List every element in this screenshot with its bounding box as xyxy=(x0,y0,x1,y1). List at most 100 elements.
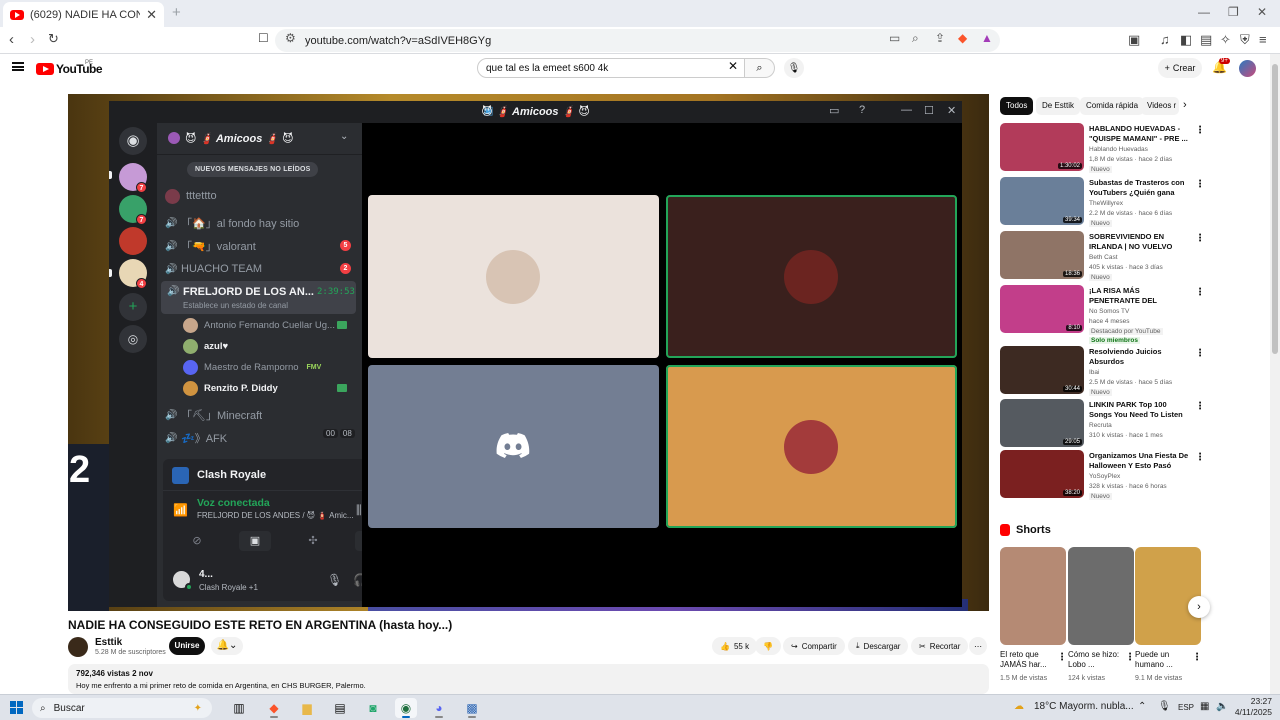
recommended-channel[interactable]: Hablando Huevadas xyxy=(1089,146,1148,153)
browser-tab[interactable]: (6029) NADIE HA CONSEGUIDO ✕ xyxy=(3,2,164,27)
recommended-title[interactable]: SOBREVIVIENDO EN IRLANDA | NO VUELVO xyxy=(1089,232,1189,252)
clear-search-icon[interactable]: ✕ xyxy=(728,59,738,73)
channel-avatar[interactable] xyxy=(68,637,88,657)
new-messages-pill[interactable]: NUEVOS MENSAJES NO LEÍDOS xyxy=(187,162,319,177)
voice-channel-item[interactable]: 🔊 💤》AFK 00 08 xyxy=(165,428,355,448)
video-thumbnail[interactable]: 39:34 xyxy=(1000,177,1084,225)
participant-tile[interactable] xyxy=(368,365,659,528)
recommended-channel[interactable]: No Somos TV xyxy=(1089,308,1129,315)
more-vert-icon[interactable]: ⋮ xyxy=(1195,401,1205,412)
scrollbar-thumb[interactable] xyxy=(1272,64,1278,354)
task-view-icon[interactable]: ▥ xyxy=(228,698,250,718)
taskbar-search[interactable]: ⌕ Buscar ✦ xyxy=(32,698,212,718)
recommended-channel[interactable]: TheWillyrex xyxy=(1089,200,1123,207)
recommended-title[interactable]: HABLANDO HUEVADAS - "QUISPE MAMANI" - PR… xyxy=(1089,124,1189,144)
minimize-icon[interactable]: — xyxy=(1198,5,1210,19)
vpn-icon[interactable]: ⛨ xyxy=(1240,32,1250,48)
channel-item[interactable]: tttettto xyxy=(165,186,355,206)
site-settings-icon[interactable]: ⚙ xyxy=(285,31,296,45)
channel-status-prompt[interactable]: Establece un estado de canal xyxy=(183,301,288,310)
brave-shield-icon[interactable]: ◆ xyxy=(958,31,967,45)
brave-taskbar-icon[interactable]: ◆ xyxy=(263,698,285,718)
recommended-channel[interactable]: Ibai xyxy=(1089,369,1099,376)
voice-signal-icon[interactable]: 📶 xyxy=(173,503,188,517)
more-vert-icon[interactable]: ⋮ xyxy=(1195,287,1205,298)
guide-menu-icon[interactable] xyxy=(12,62,24,71)
reload-icon[interactable]: ↻ xyxy=(48,31,59,47)
short-thumbnail[interactable] xyxy=(1000,547,1066,645)
recommended-title[interactable]: LINKIN PARK Top 100 Songs You Need To Li… xyxy=(1089,400,1189,420)
microphone-tray-icon[interactable]: 🎙 xyxy=(1158,701,1171,712)
voice-channel-item[interactable]: 🔊 「🔫」valorant 5 xyxy=(165,236,355,256)
participant-tile[interactable] xyxy=(666,195,957,358)
weather-text[interactable]: 18°C Mayorm. nubla... xyxy=(1034,701,1134,712)
voice-member[interactable]: Antonio Fernando Cuellar Ug... xyxy=(183,315,335,335)
recommended-title[interactable]: Subastas de Trasteros con YouTubers ¿Qui… xyxy=(1089,178,1189,198)
file-explorer-icon[interactable]: ▆ xyxy=(296,698,318,718)
recommended-video[interactable]: 38:20 Organizamos Una Fiesta De Halloween… xyxy=(1000,450,1205,500)
video-thumbnail[interactable]: 38:20 xyxy=(1000,450,1084,498)
chips-next-icon[interactable]: › xyxy=(1183,99,1187,111)
inbox-icon[interactable]: ▭ xyxy=(829,104,839,117)
video-player[interactable]: 2 ▣ 😈 🧯 Amicoos 🧯 😈 ▭ ? — ☐ ✕ ◉ 7 7 4 + … xyxy=(68,94,989,611)
chevron-down-icon[interactable]: ⌄ xyxy=(340,131,348,142)
whatsapp-icon[interactable]: ◙ xyxy=(362,698,384,718)
menu-icon[interactable]: ≡ xyxy=(1259,32,1267,47)
download-button[interactable]: ⤓ Descargar xyxy=(848,637,909,655)
voice-channel-item[interactable]: 🔊 HUACHO TEAM 2 xyxy=(165,259,355,279)
voice-search-button[interactable]: 🎙 xyxy=(784,58,804,78)
new-tab-icon[interactable]: + xyxy=(172,4,181,21)
share-screen-icon[interactable]: ▣ xyxy=(239,531,271,551)
voice-member[interactable]: azul♥ xyxy=(183,336,228,356)
voice-channel-item[interactable]: 🔊 「⛏」Minecraft xyxy=(165,405,355,425)
bookmark-icon[interactable]: ☐ xyxy=(258,31,269,45)
channel-name[interactable]: Esttik xyxy=(95,637,122,648)
network-icon[interactable]: ▦ xyxy=(1200,701,1209,712)
explore-servers-icon[interactable]: ◎ xyxy=(119,325,147,353)
brave-rewards-icon[interactable]: ▲ xyxy=(981,31,993,45)
youtube-logo-icon[interactable] xyxy=(36,63,54,75)
more-vert-icon[interactable]: ⋮ xyxy=(1195,452,1205,463)
help-icon[interactable]: ? xyxy=(859,104,865,116)
dislike-button[interactable]: 👎 xyxy=(755,637,781,655)
tray-chevron-icon[interactable]: ⌃ xyxy=(1138,701,1146,712)
activities-icon[interactable]: ✣ xyxy=(297,531,329,551)
more-vert-icon[interactable]: ⋮ xyxy=(1195,233,1205,244)
description-box[interactable]: 792,346 vistas 2 nov Hoy me enfrento a m… xyxy=(68,664,989,694)
camera-off-icon[interactable]: ⊘ xyxy=(181,531,213,551)
recommended-channel[interactable]: Beth Cast xyxy=(1089,254,1118,261)
app-icon[interactable]: ▤ xyxy=(329,698,351,718)
youtube-wordmark[interactable]: YouTube xyxy=(56,62,103,76)
join-button[interactable]: Unirse xyxy=(169,637,205,655)
more-vert-icon[interactable]: ⋮ xyxy=(1057,652,1067,663)
video-thumbnail[interactable]: 18:36 xyxy=(1000,231,1084,279)
like-button[interactable]: 👍 55 k xyxy=(712,637,758,655)
input-language[interactable]: ESP xyxy=(1178,703,1194,712)
active-voice-channel[interactable]: 🔊 FRELJORD DE LOS AN... 2:39:53 Establec… xyxy=(161,281,356,314)
recommended-video[interactable]: 1:30:02 HABLANDO HUEVADAS - "QUISPE MAMAN… xyxy=(1000,123,1205,173)
server-icon[interactable] xyxy=(119,227,147,255)
clip-button[interactable]: ✂ Recortar xyxy=(911,637,969,655)
recommended-video[interactable]: 8:10 ¡LA RISA MÁS PENETRANTE DEL YOUTUBE!… xyxy=(1000,285,1205,344)
short-title[interactable]: Cómo se hizo: Lobo ... xyxy=(1068,650,1124,670)
page-scrollbar[interactable] xyxy=(1270,54,1280,694)
more-vert-icon[interactable]: ⋮ xyxy=(1192,652,1202,663)
video-thumbnail[interactable]: 30:44 xyxy=(1000,346,1084,394)
voice-member[interactable]: Maestro de Ramporno FMV xyxy=(183,357,321,377)
back-icon[interactable]: ‹ xyxy=(9,31,14,48)
participant-tile[interactable] xyxy=(368,195,659,358)
chip-todos[interactable]: Todos xyxy=(1000,97,1034,115)
chip-videos[interactable]: Videos r xyxy=(1141,97,1179,115)
voice-channel-item[interactable]: 🔊 「🏠」al fondo hay sitio xyxy=(165,213,355,233)
voice-member[interactable]: Renzito P. Diddy xyxy=(183,378,278,398)
subscribe-bell-button[interactable]: 🔔⌄ xyxy=(211,637,243,655)
recommended-video[interactable]: 39:34 Subastas de Trasteros con YouTubers… xyxy=(1000,177,1205,227)
volume-icon[interactable]: 🔈 xyxy=(1216,701,1228,712)
leo-ai-icon[interactable]: ✧ xyxy=(1220,32,1231,48)
add-server-icon[interactable]: + xyxy=(119,293,147,321)
more-vert-icon[interactable]: ⋮ xyxy=(1195,125,1205,136)
video-thumbnail[interactable]: 29:05 xyxy=(1000,399,1084,447)
short-thumbnail[interactable] xyxy=(1135,547,1201,645)
more-vert-icon[interactable]: ⋮ xyxy=(1195,179,1205,190)
discord-maximize-icon[interactable]: ☐ xyxy=(924,104,934,117)
